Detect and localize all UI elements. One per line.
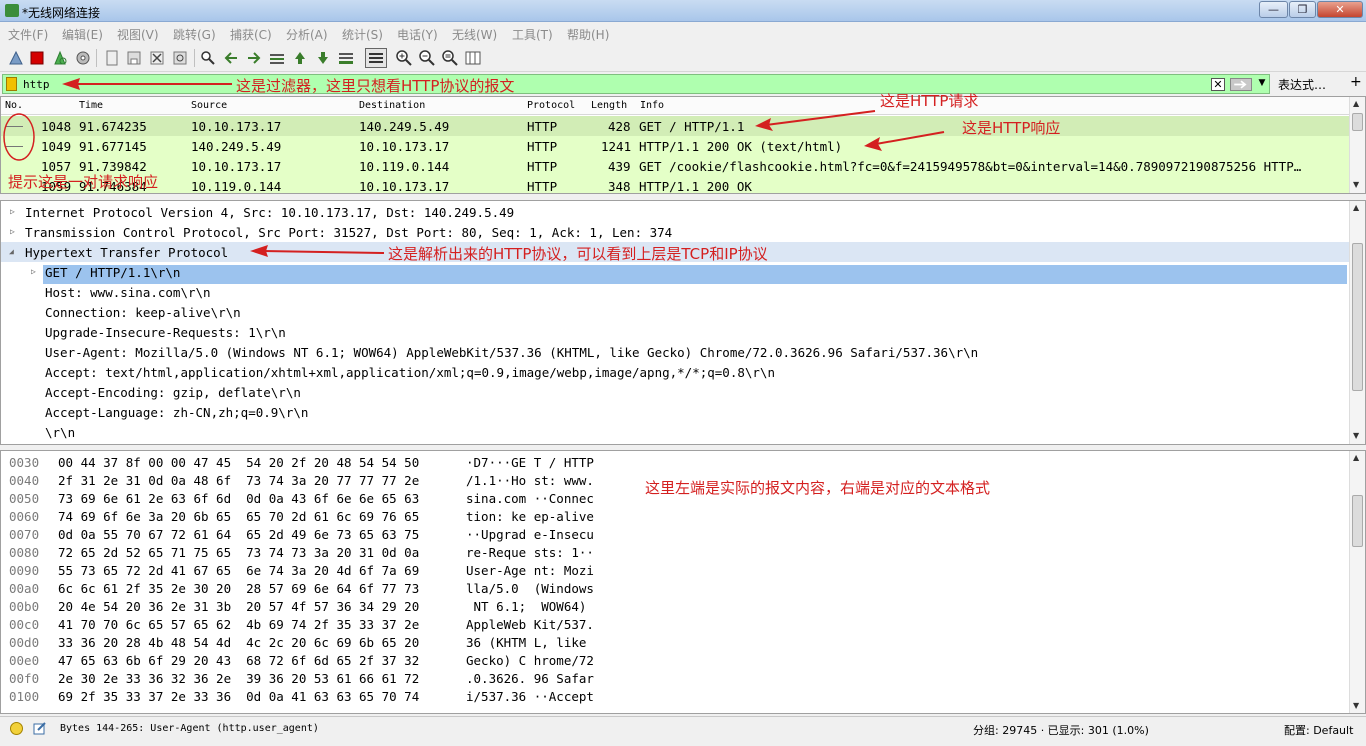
annotation-arrow-parsed	[262, 250, 385, 254]
annotation-parsed: 这是解析出来的HTTP协议，可以看到上层是TCP和IP协议	[388, 245, 768, 263]
annotation-pair: 提示这是一对请求响应	[8, 173, 159, 191]
annotation-arrowhead-filter	[62, 78, 80, 90]
annotation-filter: 这是过滤器，这里只想看HTTP协议的报文	[236, 77, 515, 95]
annotation-arrow-request	[765, 110, 876, 126]
annotation-bytes: 这里左端是实际的报文内容，右端是对应的文本格式	[645, 479, 991, 497]
annotation-request: 这是HTTP请求	[880, 92, 979, 110]
annotation-arrow-response	[875, 131, 945, 145]
annotation-overlay	[3, 78, 945, 257]
annotation-response: 这是HTTP响应	[962, 119, 1061, 137]
annotation-circle	[3, 113, 35, 161]
annotation-arrowhead-parsed	[250, 245, 268, 257]
